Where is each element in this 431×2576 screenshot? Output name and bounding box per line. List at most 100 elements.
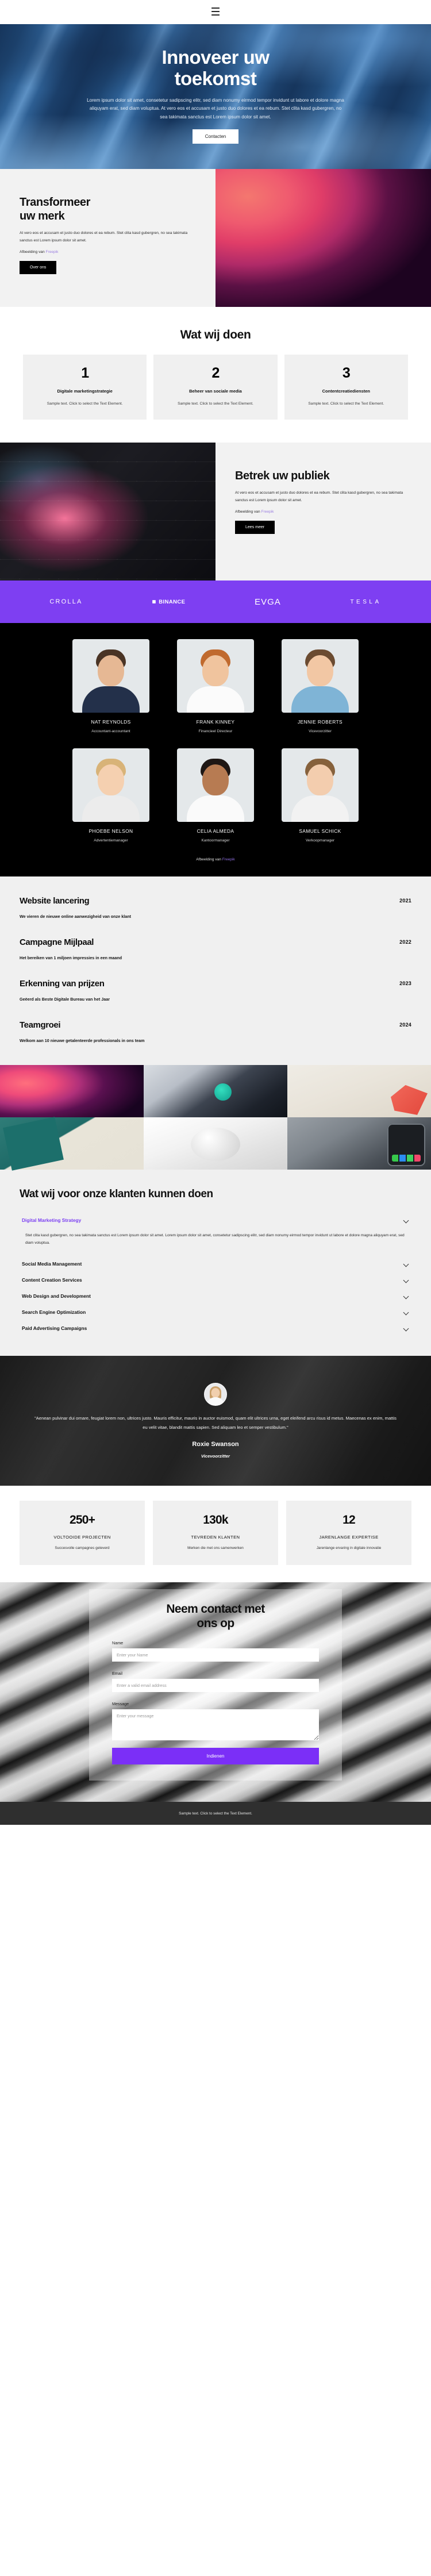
team-member-role: Accountant-accountant [91,729,130,734]
brand-cta-button[interactable]: Over ons [20,261,57,275]
chevron-down-icon[interactable] [403,1309,409,1315]
team-member[interactable]: PHOEBE NELSON Advertentiemanager [72,748,149,843]
chevron-down-icon[interactable] [403,1261,409,1267]
avatar [177,748,254,822]
timeline-item-description: Geëerd als Beste Digitale Bureau van het… [20,997,110,1002]
stat-label: JARENLANGE EXPERTISE [319,1535,379,1540]
stat-number: 250+ [69,1513,95,1527]
hero-title-line-2: toekomst [174,67,257,89]
timeline-item: Campagne Mijlpaal Het bereiken van 1 mil… [20,937,411,962]
timeline-item-description: We vieren de nieuwe online aanwezigheid … [20,914,131,920]
team-member[interactable]: CELIA ALMEDA Kantoormanager [177,748,254,843]
timeline-item-description: Het bereiken van 1 miljoen impressies in… [20,955,122,961]
faq-heading: Wat wij voor onze klanten kunnen doen [20,1187,213,1200]
team-member[interactable]: FRANK KINNEY Financieel Directeur [177,639,254,733]
footer-text: Sample text. Click to select the Text El… [179,1811,252,1816]
engage-image [0,443,216,581]
brand-title-line-1: Transformeer [20,196,91,209]
contact-form-card: Neem contact met ons op Name Email Messa… [89,1589,342,1781]
brand-text-column: Transformeer uw merk At vero eos et accu… [0,169,216,307]
accordion-body: Stet clita kasd gubergren, no sea takima… [25,1233,405,1245]
stat-description: Merken die met ons samenwerken [187,1546,244,1551]
service-card-description: Sample text. Click to select the Text El… [47,402,123,406]
hero-title-line-1: Innoveer uw [161,47,270,68]
timeline-item-year: 2022 [399,939,411,945]
accordion-header[interactable]: Web Design and Development [20,1288,411,1304]
accordion-header[interactable]: Search Engine Optimization [20,1304,411,1320]
name-input[interactable] [112,1648,319,1662]
brand-section: Transformeer uw merk At vero eos et accu… [0,169,431,307]
team-member-role: Verkoopmanager [305,839,335,843]
engage-cta-button[interactable]: Lees meer [235,521,275,535]
avatar [72,748,149,822]
email-input[interactable] [112,1678,319,1692]
team-member-name: FRANK KINNEY [196,719,235,725]
team-member-role: Vicevoorzitter [309,729,332,734]
team-member-role: Advertentiemanager [94,839,128,843]
submit-button[interactable]: Indienen [112,1747,319,1764]
team-section: NAT REYNOLDS Accountant-accountant FRANK… [0,623,431,877]
timeline-item-title: Teamgroei [20,1020,61,1030]
service-card[interactable]: 2 Beheer van sociale media Sample text. … [153,355,278,420]
brand-credit-prefix: Afbeelding van [20,250,46,255]
stat-description: Jarenlange ervaring in digitale innovati… [316,1546,382,1551]
accordion-header[interactable]: Digital Marketing Strategy [20,1212,411,1228]
testimonial-quote: "Aenean pulvinar dui ornare, feugiat lor… [34,1416,397,1430]
engage-credit-link[interactable]: Freepik [261,510,274,514]
chevron-down-icon[interactable] [403,1277,409,1283]
team-credit-link[interactable]: Freepik [222,858,235,862]
hero-subtitle: Lorem ipsum dolor sit amet, consetetur s… [87,97,344,120]
message-textarea[interactable] [112,1709,319,1740]
timeline-item-title: Website lancering [20,896,90,906]
page-footer: Sample text. Click to select the Text El… [0,1802,431,1825]
hero-cta-button[interactable]: Contacten [192,129,239,144]
engage-section: Betrek uw publiek At vero eos et accusam… [0,443,431,581]
gallery-image-5 [144,1117,287,1170]
contact-section: Neem contact met ons op Name Email Messa… [0,1582,431,1802]
team-member-name: PHOEBE NELSON [88,828,133,835]
timeline-item-year: 2024 [399,1021,411,1028]
logo-evga[interactable]: EVGA [255,597,281,607]
client-logo-bar: CROLLA BINANCE EVGA TESLA [0,580,431,624]
timeline-item: Teamgroei Welkom aan 10 nieuwe getalente… [20,1020,411,1044]
brand-credit-link[interactable]: Freepik [45,250,58,254]
brand-body: At vero eos et accusam et justo duo dolo… [20,231,188,243]
chevron-down-icon[interactable] [403,1293,409,1299]
stat-card: 130k TEVREDEN KLANTEN Merken die met ons… [153,1501,278,1566]
accordion-title: Search Engine Optimization [22,1309,86,1316]
logo-evga-label: EVGA [255,597,281,607]
accordion-header[interactable]: Content Creation Services [20,1272,411,1288]
team-member[interactable]: JENNIE ROBERTS Vicevoorzitter [282,639,359,733]
service-card-title: Digitale marketingstrategie [57,389,113,394]
team-member[interactable]: SAMUEL SCHICK Verkoopmanager [282,748,359,843]
team-member-name: JENNIE ROBERTS [297,719,343,725]
service-card-title: Contentcreatiediensten [322,389,370,394]
timeline-item-year: 2023 [399,981,411,987]
team-member-role: Kantoormanager [201,839,230,843]
accordion-header[interactable]: Social Media Management [20,1256,411,1272]
binance-diamond-icon [151,599,157,605]
testimonial-author-name: Roxie Swanson [192,1441,239,1448]
logo-binance[interactable]: BINANCE [152,599,185,605]
engage-body: At vero eos et accusam et justo duo dolo… [235,491,403,502]
logo-crolla[interactable]: CROLLA [49,598,82,605]
team-member[interactable]: NAT REYNOLDS Accountant-accountant [72,639,149,733]
service-card-description: Sample text. Click to select the Text El… [178,402,253,406]
service-card[interactable]: 1 Digitale marketingstrategie Sample tex… [23,355,147,420]
brand-title-line-2: uw merk [20,210,65,222]
accordion-item-search-engine-optimization: Search Engine Optimization [20,1304,411,1320]
accordion-header[interactable]: Paid Advertising Campaigns [20,1320,411,1336]
service-card[interactable]: 3 Contentcreatiediensten Sample text. Cl… [284,355,408,420]
accordion-item-paid-advertising-campaigns: Paid Advertising Campaigns [20,1320,411,1336]
timeline-item-title: Campagne Mijlpaal [20,937,94,948]
chevron-down-icon[interactable] [403,1217,409,1223]
accordion-item-web-design-and-development: Web Design and Development [20,1288,411,1304]
chevron-down-icon[interactable] [403,1325,409,1331]
avatar [282,748,359,822]
hamburger-menu-icon[interactable]: ☰ [210,6,220,18]
stat-number: 12 [343,1513,356,1527]
services-card-list: 1 Digitale marketingstrategie Sample tex… [0,355,431,420]
logo-tesla[interactable]: TESLA [350,599,381,605]
faq-section: Wat wij voor onze klanten kunnen doen Di… [0,1169,431,1356]
contact-form-title: Neem contact met ons op [112,1602,319,1631]
